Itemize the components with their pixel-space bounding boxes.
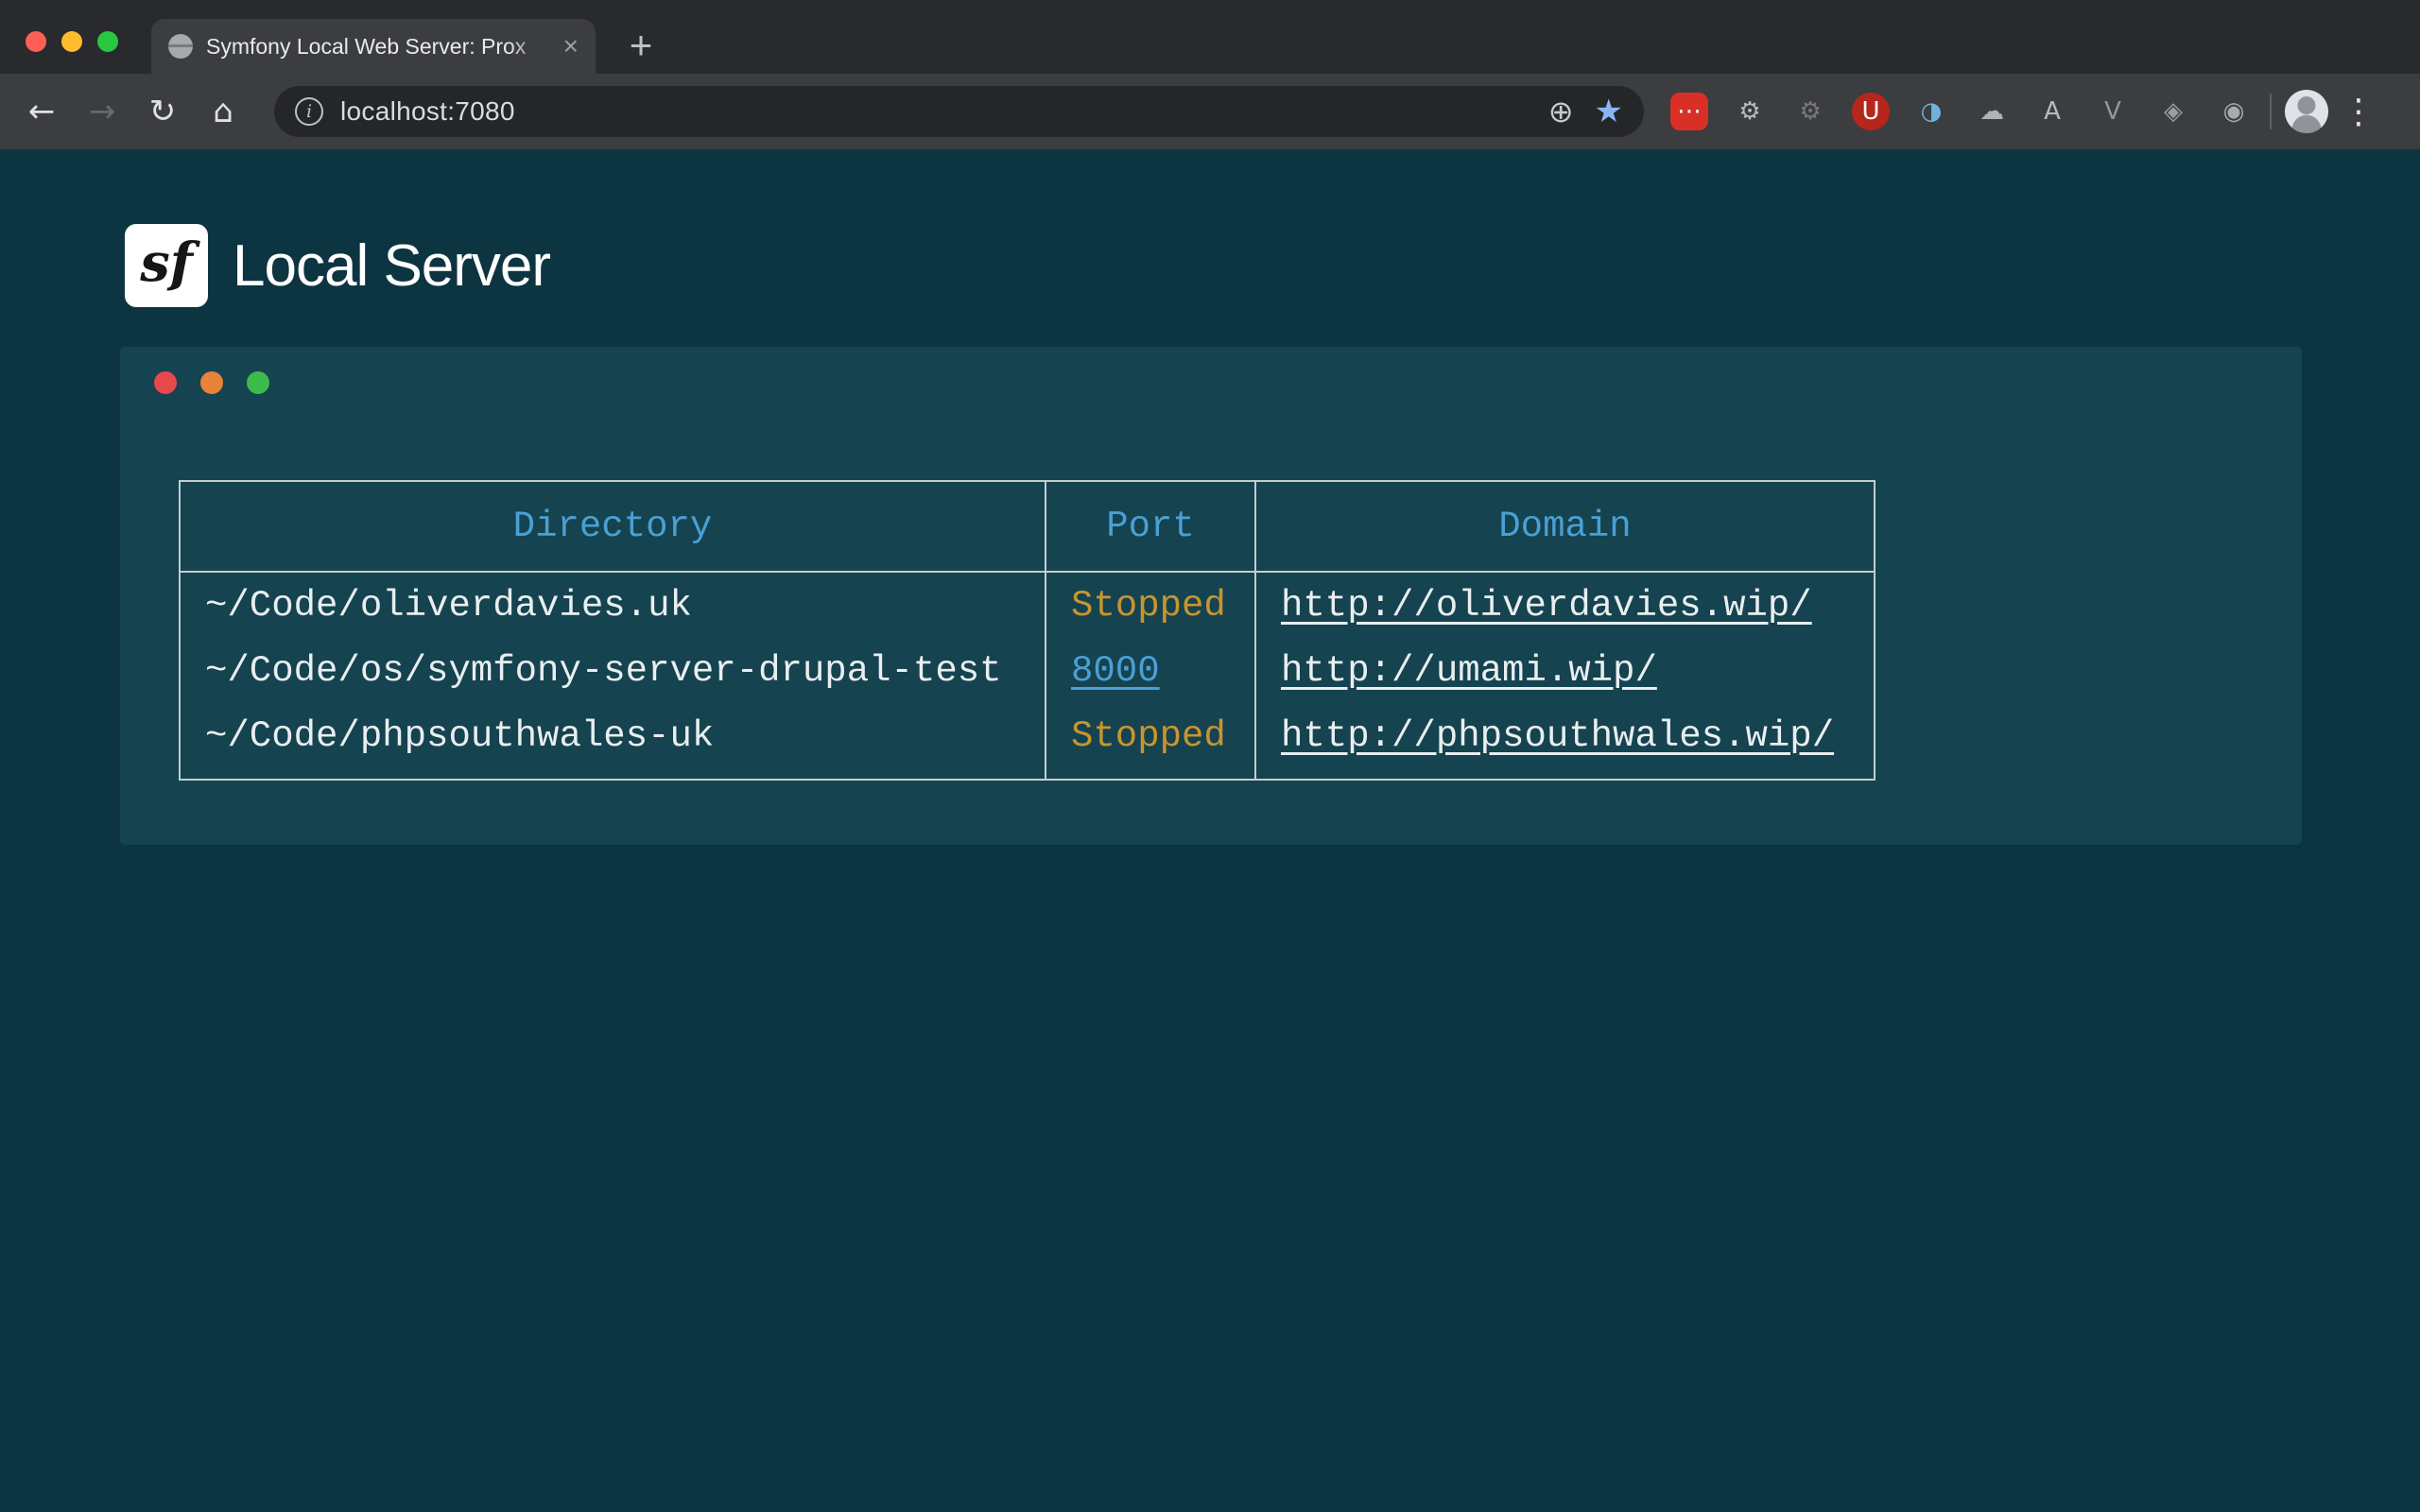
directory-cell: ~/Code/oliverdavies.uk (180, 572, 1046, 638)
new-tab-button[interactable]: + (616, 21, 666, 70)
ublock-extension-icon[interactable]: U (1852, 93, 1890, 130)
tab-favicon-globe-icon (168, 34, 193, 59)
table-row: ~/Code/os/symfony-server-drupal-test 800… (180, 638, 1875, 704)
port-status: Stopped (1046, 704, 1255, 780)
column-header-port: Port (1046, 481, 1255, 572)
domain-link[interactable]: http://oliverdavies.wip/ (1281, 585, 1812, 627)
badge-extension-icon[interactable]: ◈ (2154, 93, 2192, 130)
symfony-logo: sf (125, 224, 208, 307)
browser-menu-icon[interactable]: ⋮ (2342, 93, 2376, 131)
cloud-extension-icon[interactable]: ☁ (1973, 93, 2011, 130)
gear-extension-icon[interactable]: ⚙ (1731, 93, 1769, 130)
reload-button[interactable]: ↻ (136, 85, 189, 138)
column-header-directory: Directory (180, 481, 1046, 572)
table-row: ~/Code/phpsouthwales-uk Stopped http://p… (180, 704, 1875, 780)
browser-toolbar: ← → ↻ ⌂ i localhost:7080 ⊕ ★ ⋯ ⚙ ⚙ U ◑ ☁… (0, 74, 2420, 149)
zoom-icon[interactable]: ⊕ (1548, 94, 1574, 129)
page-content: sf Local Server Directory Port Domain ~/… (0, 149, 2420, 1512)
tab-strip: Symfony Local Web Server: Prox × + (0, 0, 2420, 74)
page-title: Local Server (233, 224, 550, 307)
tab-title: Symfony Local Web Server: Prox (206, 34, 550, 60)
forward-button[interactable]: → (76, 85, 129, 138)
url-text: localhost:7080 (340, 96, 515, 127)
terminal-dot-orange-icon (200, 371, 223, 394)
home-button[interactable]: ⌂ (197, 85, 250, 138)
browser-tab[interactable]: Symfony Local Web Server: Prox × (151, 19, 596, 74)
window-minimize-button[interactable] (61, 31, 82, 52)
port-link[interactable]: 8000 (1071, 650, 1160, 692)
domain-link[interactable]: http://phpsouthwales.wip/ (1281, 715, 1834, 757)
extensions-area: ⋯ ⚙ ⚙ U ◑ ☁ A V ◈ ◉ (1670, 93, 2253, 130)
github-extension-icon[interactable]: ◉ (2215, 93, 2253, 130)
column-header-domain: Domain (1255, 481, 1875, 572)
blue-circle-extension-icon[interactable]: ◑ (1912, 93, 1950, 130)
window-close-button[interactable] (26, 31, 46, 52)
servers-table: Directory Port Domain ~/Code/oliverdavie… (179, 480, 1876, 781)
symfony-logo-glyph: sf (140, 232, 193, 294)
dark-gear-extension-icon[interactable]: ⚙ (1791, 93, 1829, 130)
terminal-dot-green-icon (247, 371, 269, 394)
window-zoom-button[interactable] (97, 31, 118, 52)
terminal-dot-red-icon (154, 371, 177, 394)
domain-link[interactable]: http://umami.wip/ (1281, 650, 1657, 692)
table-row: ~/Code/oliverdavies.uk Stopped http://ol… (180, 572, 1875, 638)
address-bar[interactable]: i localhost:7080 ⊕ ★ (274, 86, 1644, 137)
table-header-row: Directory Port Domain (180, 481, 1875, 572)
directory-cell: ~/Code/phpsouthwales-uk (180, 704, 1046, 780)
bookmark-star-icon[interactable]: ★ (1595, 93, 1623, 130)
directory-cell: ~/Code/os/symfony-server-drupal-test (180, 638, 1046, 704)
terminal-dots (120, 347, 2302, 394)
window-controls (26, 31, 118, 52)
site-info-icon[interactable]: i (295, 97, 323, 126)
red-dots-extension-icon[interactable]: ⋯ (1670, 93, 1708, 130)
profile-avatar[interactable] (2285, 90, 2328, 133)
back-button[interactable]: ← (15, 85, 68, 138)
server-card: Directory Port Domain ~/Code/oliverdavie… (120, 347, 2302, 845)
tab-close-icon[interactable]: × (563, 33, 579, 60)
letter-a-extension-icon[interactable]: A (2033, 93, 2071, 130)
port-status: Stopped (1046, 572, 1255, 638)
v-shape-extension-icon[interactable]: V (2094, 93, 2132, 130)
toolbar-separator (2270, 94, 2272, 129)
